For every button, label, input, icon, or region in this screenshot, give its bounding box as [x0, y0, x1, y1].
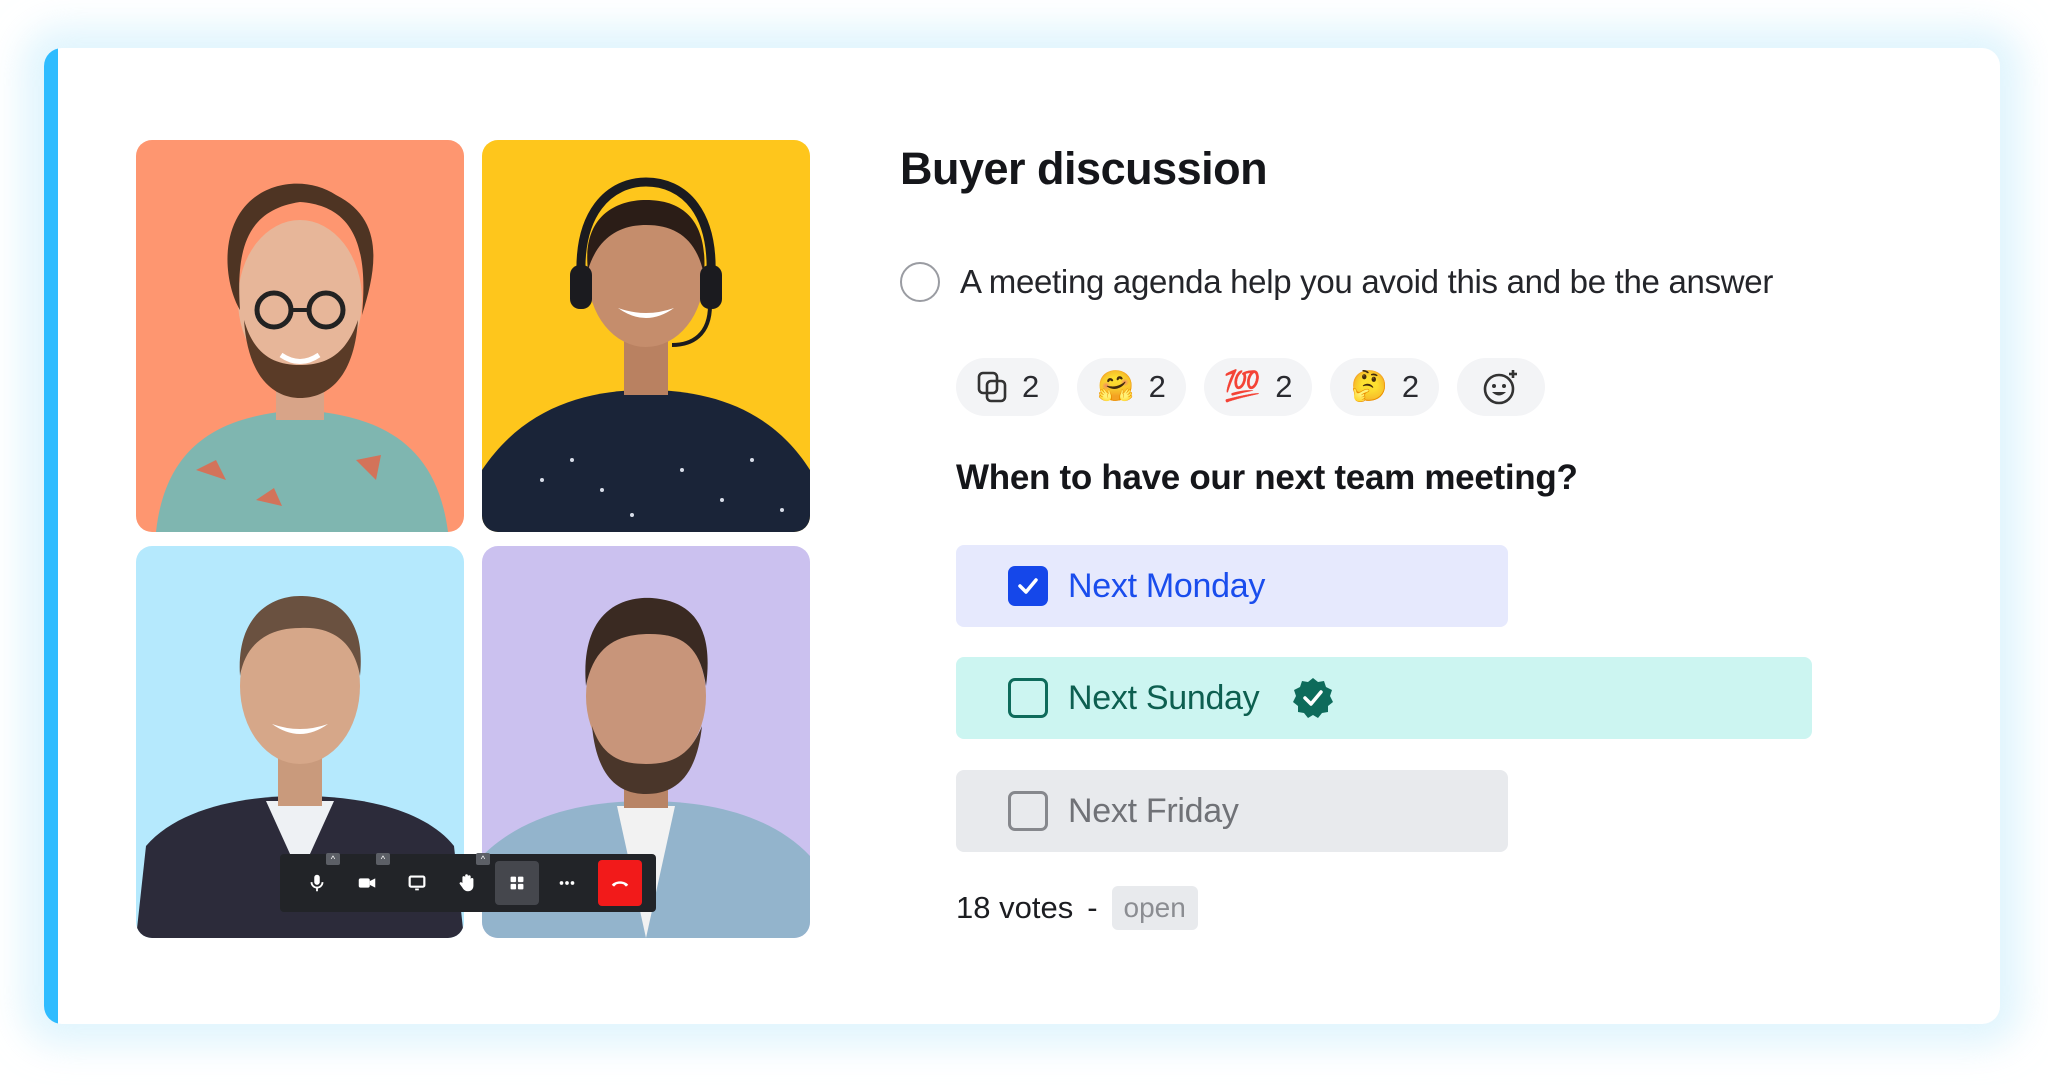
accent-bar: [44, 48, 58, 1024]
question-radio[interactable]: [900, 262, 940, 302]
reaction-count: 2: [1275, 369, 1293, 404]
participant-avatar-icon: [482, 140, 810, 532]
thinking-face-icon: 🤔: [1350, 370, 1388, 403]
discussion-title: Buyer discussion: [900, 143, 1268, 194]
participant-tile-1[interactable]: [136, 140, 464, 532]
grid-view-icon: [510, 876, 524, 890]
camera-icon: [358, 878, 376, 888]
end-call-button[interactable]: [598, 860, 642, 906]
add-reaction-button[interactable]: [1457, 358, 1546, 416]
verified-badge-icon: [1293, 678, 1334, 718]
status-badge: open: [1111, 886, 1198, 930]
reaction-count: 2: [1148, 369, 1166, 404]
checkbox-unchecked[interactable]: [1008, 791, 1048, 831]
hugging-face-icon: 🤗: [1097, 370, 1135, 403]
end-call-icon: [611, 881, 629, 887]
hundred-points-icon: 💯: [1223, 370, 1262, 403]
participant-tile-2[interactable]: [482, 140, 810, 532]
microphone-button[interactable]: ^: [292, 853, 342, 907]
reaction-hundred-points[interactable]: 💯 2: [1203, 358, 1313, 416]
screen-share-icon: [408, 875, 426, 891]
question-text: A meeting agenda help you avoid this and…: [960, 263, 1774, 300]
raise-hand-icon: [459, 874, 474, 892]
separator: -: [1087, 890, 1098, 925]
chevron-up-icon[interactable]: ^: [476, 853, 490, 865]
discussion-card: ^ ^ ^ Buyer discussion A meeting agenda …: [44, 48, 2000, 1024]
raise-hand-button[interactable]: ^: [442, 853, 492, 907]
chevron-up-icon[interactable]: ^: [326, 853, 340, 865]
grid-view-button[interactable]: [495, 861, 539, 905]
checkbox-checked[interactable]: [1008, 566, 1048, 606]
poll-option-next-monday[interactable]: Next Monday: [956, 545, 1508, 627]
screen-share-button[interactable]: [392, 859, 442, 907]
checkmark-icon: [1018, 578, 1038, 594]
camera-button[interactable]: ^: [342, 853, 392, 907]
call-toolbar: ^ ^ ^: [280, 853, 656, 912]
poll-option-next-friday[interactable]: Next Friday: [956, 770, 1508, 852]
poll-option-next-sunday[interactable]: Next Sunday: [956, 657, 1812, 739]
poll-footer: 18 votes - open: [956, 886, 1198, 930]
copy-icon: [976, 370, 1008, 404]
poll-question: When to have our next team meeting?: [956, 458, 1578, 497]
more-icon: [559, 881, 575, 885]
reaction-count: 2: [1401, 369, 1420, 404]
microphone-icon: [310, 874, 324, 892]
more-options-button[interactable]: [542, 859, 592, 907]
reaction-thinking-face[interactable]: 🤔 2: [1330, 358, 1440, 416]
checkbox-unchecked[interactable]: [1008, 678, 1048, 718]
chevron-up-icon[interactable]: ^: [376, 853, 390, 865]
reactions-bar: 2 🤗 2 💯 2 🤔 2: [956, 358, 1546, 416]
reaction-copy[interactable]: 2: [956, 358, 1060, 416]
reaction-hugging-face[interactable]: 🤗 2: [1077, 358, 1186, 416]
option-label: Next Friday: [1068, 791, 1239, 830]
option-label: Next Monday: [1068, 566, 1266, 605]
discussion-question: A meeting agenda help you avoid this and…: [900, 262, 1773, 302]
participant-avatar-icon: [136, 140, 464, 532]
vote-count: 18 votes: [956, 890, 1074, 925]
option-label: Next Sunday: [1068, 678, 1260, 717]
add-emoji-icon: [1481, 367, 1521, 407]
reaction-count: 2: [1022, 369, 1040, 404]
